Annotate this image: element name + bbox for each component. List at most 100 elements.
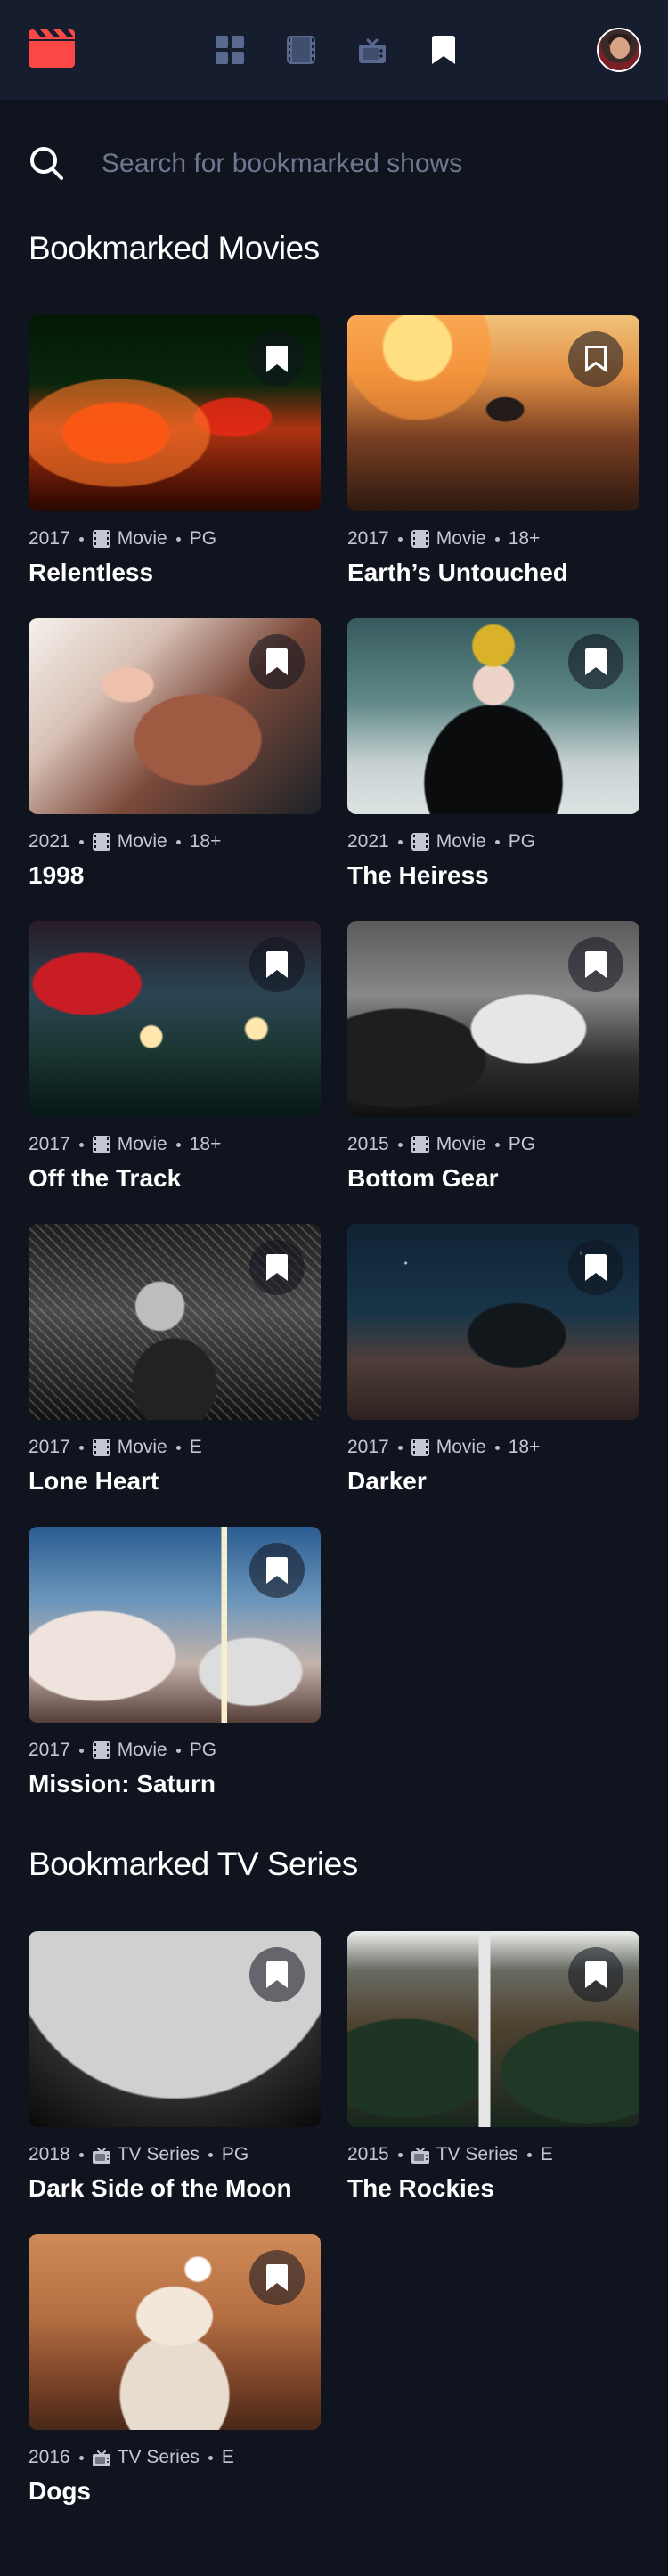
release-year: 2021: [29, 831, 70, 852]
media-title[interactable]: Dogs: [29, 2476, 321, 2507]
top-navigation-bar: [0, 0, 668, 100]
media-card-lone-heart[interactable]: 2017 Movie E Lone Heart: [29, 1224, 321, 1496]
meta-separator: [208, 2152, 213, 2157]
media-category: TV Series: [117, 2144, 200, 2164]
media-card-relentless[interactable]: 2017 Movie PG Relentless: [29, 315, 321, 588]
search-bar[interactable]: [29, 143, 639, 185]
media-title[interactable]: Off the Track: [29, 1163, 321, 1194]
bookmark-filled-icon: [266, 951, 288, 978]
media-thumbnail[interactable]: [29, 618, 321, 814]
content-rating: 18+: [189, 1134, 222, 1154]
media-meta: 2015 Movie PG: [347, 1133, 639, 1156]
bookmark-button[interactable]: [249, 1543, 305, 1598]
media-meta: 2017 Movie 18+: [347, 527, 639, 550]
media-card-darker[interactable]: 2017 Movie 18+ Darker: [347, 1224, 639, 1496]
bookmark-button[interactable]: [568, 1947, 623, 2002]
media-title[interactable]: Relentless: [29, 558, 321, 588]
content-rating: E: [221, 2447, 234, 2467]
content-rating: PG: [508, 831, 536, 852]
release-year: 2017: [29, 1134, 70, 1154]
movie-app-logo-icon[interactable]: [29, 29, 75, 68]
media-card-mission-saturn[interactable]: 2017 Movie PG Mission: Saturn: [29, 1527, 321, 1799]
media-category: Movie: [436, 1134, 486, 1154]
media-thumbnail[interactable]: [29, 2234, 321, 2430]
bookmark-filled-icon: [266, 648, 288, 675]
media-card-the-heiress[interactable]: 2021 Movie PG The Heiress: [347, 618, 639, 891]
search-input[interactable]: [102, 146, 600, 182]
media-card-dark-side-of-the-moon[interactable]: 2018 TV Series PG Dark Side of the Moon: [29, 1931, 321, 2204]
bookmark-button[interactable]: [568, 937, 623, 992]
tv-series-icon[interactable]: [358, 36, 387, 64]
media-thumbnail[interactable]: [29, 1931, 321, 2127]
bookmark-button[interactable]: [249, 2250, 305, 2305]
bookmark-button[interactable]: [568, 331, 623, 387]
bookmark-filled-icon: [266, 346, 288, 372]
media-title[interactable]: Bottom Gear: [347, 1163, 639, 1194]
media-category: Movie: [117, 528, 167, 549]
bookmark-button[interactable]: [249, 1947, 305, 2002]
bookmark-button[interactable]: [249, 1240, 305, 1295]
release-year: 2016: [29, 2447, 70, 2467]
bookmark-icon[interactable]: [429, 36, 458, 64]
media-meta: 2017 Movie 18+: [29, 1133, 321, 1156]
bookmark-filled-icon: [585, 1254, 607, 1281]
media-thumbnail[interactable]: [347, 1224, 639, 1420]
media-title[interactable]: Lone Heart: [29, 1466, 321, 1496]
media-title[interactable]: Darker: [347, 1466, 639, 1496]
profile-avatar[interactable]: [597, 28, 641, 72]
movie-category-icon: [411, 1136, 429, 1153]
bookmark-button[interactable]: [568, 634, 623, 689]
media-title[interactable]: Earth’s Untouched: [347, 558, 639, 588]
media-title[interactable]: 1998: [29, 860, 321, 891]
bookmark-button[interactable]: [249, 937, 305, 992]
media-title[interactable]: The Heiress: [347, 860, 639, 891]
meta-separator: [494, 839, 500, 844]
bookmark-button[interactable]: [249, 331, 305, 387]
media-card-bottom-gear[interactable]: 2015 Movie PG Bottom Gear: [347, 921, 639, 1194]
media-thumbnail[interactable]: [347, 921, 639, 1117]
movie-category-icon: [92, 1439, 110, 1456]
media-thumbnail[interactable]: [29, 315, 321, 511]
media-thumbnail[interactable]: [29, 1224, 321, 1420]
media-meta: 2017 Movie E: [29, 1436, 321, 1459]
release-year: 2017: [347, 1437, 389, 1457]
meta-separator: [175, 536, 181, 542]
media-title[interactable]: Mission: Saturn: [29, 1769, 321, 1799]
movie-category-icon: [411, 530, 429, 548]
media-thumbnail[interactable]: [347, 1931, 639, 2127]
media-category: Movie: [117, 1134, 167, 1154]
movie-category-icon: [92, 833, 110, 851]
movies-icon[interactable]: [287, 36, 315, 64]
media-category: TV Series: [436, 2144, 518, 2164]
media-category: Movie: [436, 1437, 486, 1457]
media-thumbnail[interactable]: [347, 618, 639, 814]
release-year: 2021: [347, 831, 389, 852]
media-meta: 2021 Movie 18+: [29, 830, 321, 853]
media-thumbnail[interactable]: [29, 1527, 321, 1723]
movie-category-icon: [92, 530, 110, 548]
media-card-1998[interactable]: 2021 Movie 18+ 1998: [29, 618, 321, 891]
media-thumbnail[interactable]: [347, 315, 639, 511]
media-card-off-the-track[interactable]: 2017 Movie 18+ Off the Track: [29, 921, 321, 1194]
content-rating: 18+: [508, 528, 541, 549]
movie-category-icon: [411, 833, 429, 851]
home-icon[interactable]: [216, 36, 244, 64]
media-thumbnail[interactable]: [29, 921, 321, 1117]
media-card-dogs[interactable]: 2016 TV Series E Dogs: [29, 2234, 321, 2507]
bookmark-button[interactable]: [568, 1240, 623, 1295]
bookmark-button[interactable]: [249, 634, 305, 689]
media-category: Movie: [436, 528, 486, 549]
bookmark-filled-icon: [266, 2264, 288, 2291]
media-card-the-rockies[interactable]: 2015 TV Series E The Rockies: [347, 1931, 639, 2204]
meta-separator: [397, 536, 403, 542]
media-category: Movie: [117, 1437, 167, 1457]
media-title[interactable]: Dark Side of the Moon: [29, 2173, 321, 2204]
meta-separator: [397, 1142, 403, 1147]
media-card-earths-untouched[interactable]: 2017 Movie 18+ Earth’s Untouched: [347, 315, 639, 588]
bookmark-filled-icon: [585, 951, 607, 978]
content-rating: PG: [189, 1740, 217, 1760]
media-title[interactable]: The Rockies: [347, 2173, 639, 2204]
bookmark-filled-icon: [585, 1961, 607, 1988]
bookmark-outline-icon: [585, 346, 607, 372]
meta-separator: [78, 1445, 84, 1450]
